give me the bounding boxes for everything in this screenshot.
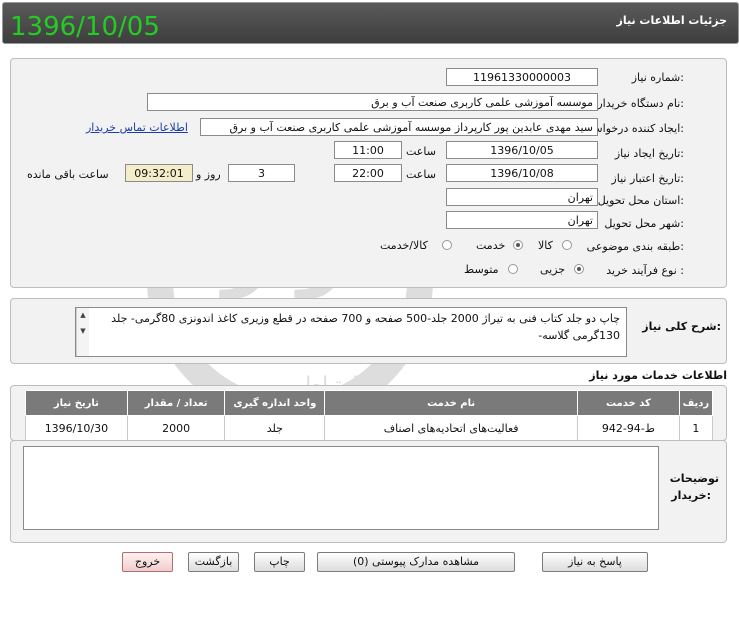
description-label: شرح کلی نیاز: <box>642 320 721 333</box>
category-radio-service[interactable] <box>513 240 523 250</box>
buyer-label: نام دستگاه خریدار: <box>597 97 684 110</box>
valid-date-field: 1396/10/08 <box>446 164 598 182</box>
city-label: شهر محل تحویل: <box>604 217 684 230</box>
cell-code: ط-94-942 <box>577 415 680 441</box>
valid-date-label: تاریخ اعتبار نیاز: <box>611 172 684 185</box>
buyer-contact-link[interactable]: اطلاعات تماس خریدار <box>86 121 188 134</box>
description-text: چاپ دو جلد کتاب فنی به تیراژ 2000 جلد-50… <box>111 312 620 342</box>
description-textarea[interactable]: ▲ ▼ چاپ دو جلد کتاب فنی به تیراژ 2000 جل… <box>75 307 627 357</box>
scroll-down-icon[interactable]: ▼ <box>77 327 89 335</box>
province-label: استان محل تحویل: <box>597 194 684 207</box>
exit-button[interactable]: خروج <box>122 552 173 572</box>
buyer-notes-textarea[interactable] <box>23 446 659 530</box>
need-number-field: 11961330000003 <box>446 68 598 86</box>
category-radio-goods[interactable] <box>562 240 572 250</box>
buyer-notes-label-2: خریدار: <box>671 489 711 502</box>
days-field: 3 <box>228 164 295 182</box>
col-unit: واحد اندازه گیری <box>224 390 326 416</box>
process-option-minor: جزیی <box>540 263 566 276</box>
col-code: کد خدمت <box>577 390 680 416</box>
category-option-goods: کالا <box>538 239 553 252</box>
city-field: تهران <box>446 211 598 229</box>
page-title: جزئیات اطلاعات نیاز <box>616 14 728 27</box>
category-radio-goods-service[interactable] <box>442 240 452 250</box>
category-option-service: خدمت <box>476 239 506 252</box>
col-quantity: تعداد / مقدار <box>126 390 226 416</box>
created-date-label: تاریخ ایجاد نیاز: <box>614 147 684 160</box>
created-date-field: 1396/10/05 <box>446 141 598 159</box>
buyer-notes-label-1: توضیحات <box>669 472 719 485</box>
process-label: نوع فرآیند خرید : <box>606 264 684 277</box>
process-radio-medium[interactable] <box>508 264 518 274</box>
print-button[interactable]: چاپ <box>254 552 305 572</box>
cell-need-date: 1396/10/30 <box>25 415 128 441</box>
cell-name: فعالیت‌های اتحادیه‌های اصناف <box>324 415 579 441</box>
valid-time-label: ساعت <box>406 168 436 181</box>
services-title: اطلاعات خدمات مورد نیاز <box>589 369 727 382</box>
need-number-label: شماره نیاز: <box>631 71 684 84</box>
created-time-field: 11:00 <box>334 141 402 159</box>
created-time-label: ساعت <box>406 145 436 158</box>
category-label: طبقه بندی موضوعی: <box>586 240 684 253</box>
col-need-date: تاریخ نیاز <box>25 390 128 416</box>
col-name: نام خدمت <box>324 390 579 416</box>
scroll-up-icon[interactable]: ▲ <box>77 311 89 319</box>
valid-time-field: 22:00 <box>334 164 402 182</box>
buyer-field: موسسه آموزشی علمی کاربری صنعت آب و برق <box>147 93 598 111</box>
col-row: ردیف <box>678 390 714 416</box>
cell-unit: جلد <box>224 415 326 441</box>
description-scrollbar[interactable]: ▲ ▼ <box>76 308 89 356</box>
cell-quantity: 2000 <box>126 415 226 441</box>
process-option-medium: متوسط <box>464 263 499 276</box>
category-option-goods-service: کالا/خدمت <box>380 239 428 252</box>
buyer-notes-text <box>24 447 658 453</box>
back-button[interactable]: بازگشت <box>188 552 239 572</box>
remaining-time-label: ساعت باقی مانده <box>27 168 109 181</box>
attachments-button[interactable]: مشاهده مدارک پیوستی (0) <box>317 552 515 572</box>
remaining-time-field: 09:32:01 <box>125 164 193 182</box>
process-radio-minor[interactable] <box>574 264 584 274</box>
days-label: روز و <box>196 168 221 181</box>
services-table: ردیف کد خدمت نام خدمت واحد اندازه گیری ت… <box>25 390 714 441</box>
province-field: تهران <box>446 188 598 206</box>
date-stamp: 1396/10/05 <box>10 12 160 42</box>
table-row: 1 ط-94-942 فعالیت‌های اتحادیه‌های اصناف … <box>25 415 714 441</box>
reply-button[interactable]: پاسخ به نیاز <box>542 552 648 572</box>
cell-row: 1 <box>678 415 714 441</box>
requester-field: سید مهدی عابدین پور کارپرداز موسسه آموزش… <box>200 118 598 136</box>
